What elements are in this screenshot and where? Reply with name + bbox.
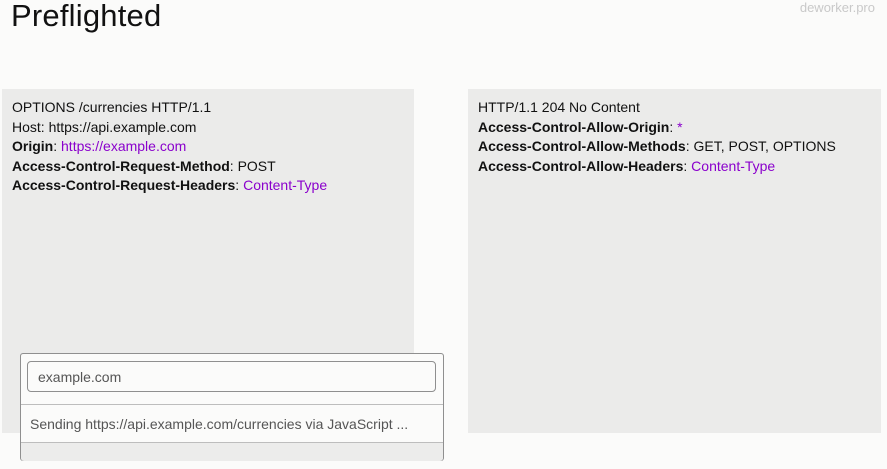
- watermark: deworker.pro: [799, 0, 875, 15]
- header-key: Access-Control-Allow-Headers: [478, 157, 684, 174]
- popup-footer: [21, 443, 443, 461]
- host-line: Host: https://api.example.com: [12, 118, 197, 135]
- loading-status: Sending https://api.example.com/currenci…: [21, 405, 443, 443]
- page-title: Preflighted: [11, 0, 162, 33]
- allow-methods-header: Access-Control-Allow-Methods: GET, POST,…: [478, 138, 836, 155]
- header-value: GET, POST, OPTIONS: [693, 138, 836, 155]
- status-line: HTTP/1.1 204 No Content: [478, 99, 640, 115]
- header-key: Origin: [12, 138, 54, 155]
- header-value: Content-Type: [243, 177, 328, 194]
- header-key: Access-Control-Request-Method: [12, 157, 230, 174]
- request-line: OPTIONS /currencies HTTP/1.1: [12, 99, 212, 115]
- header-key: Access-Control-Allow-Methods: [478, 138, 686, 155]
- response-panel: HTTP/1.1 204 No Content Access-Control-A…: [468, 89, 881, 433]
- origin-header: Origin: https://example.com: [12, 138, 187, 155]
- header-value: Content-Type: [691, 157, 776, 174]
- header-value: *: [677, 118, 683, 135]
- address-bar-area: [21, 354, 443, 405]
- header-key: Access-Control-Allow-Origin: [478, 118, 670, 135]
- header-key: Access-Control-Request-Headers: [12, 177, 236, 194]
- request-headers-header: Access-Control-Request-Headers: Content-…: [12, 177, 328, 194]
- header-value: POST: [237, 157, 276, 174]
- allow-origin-header: Access-Control-Allow-Origin: *: [478, 118, 683, 135]
- header-value: https://example.com: [61, 138, 187, 155]
- request-method-header: Access-Control-Request-Method: POST: [12, 157, 276, 174]
- allow-headers-header: Access-Control-Allow-Headers: Content-Ty…: [478, 157, 776, 174]
- browser-popup: Sending https://api.example.com/currenci…: [20, 353, 444, 461]
- url-input[interactable]: [27, 361, 436, 392]
